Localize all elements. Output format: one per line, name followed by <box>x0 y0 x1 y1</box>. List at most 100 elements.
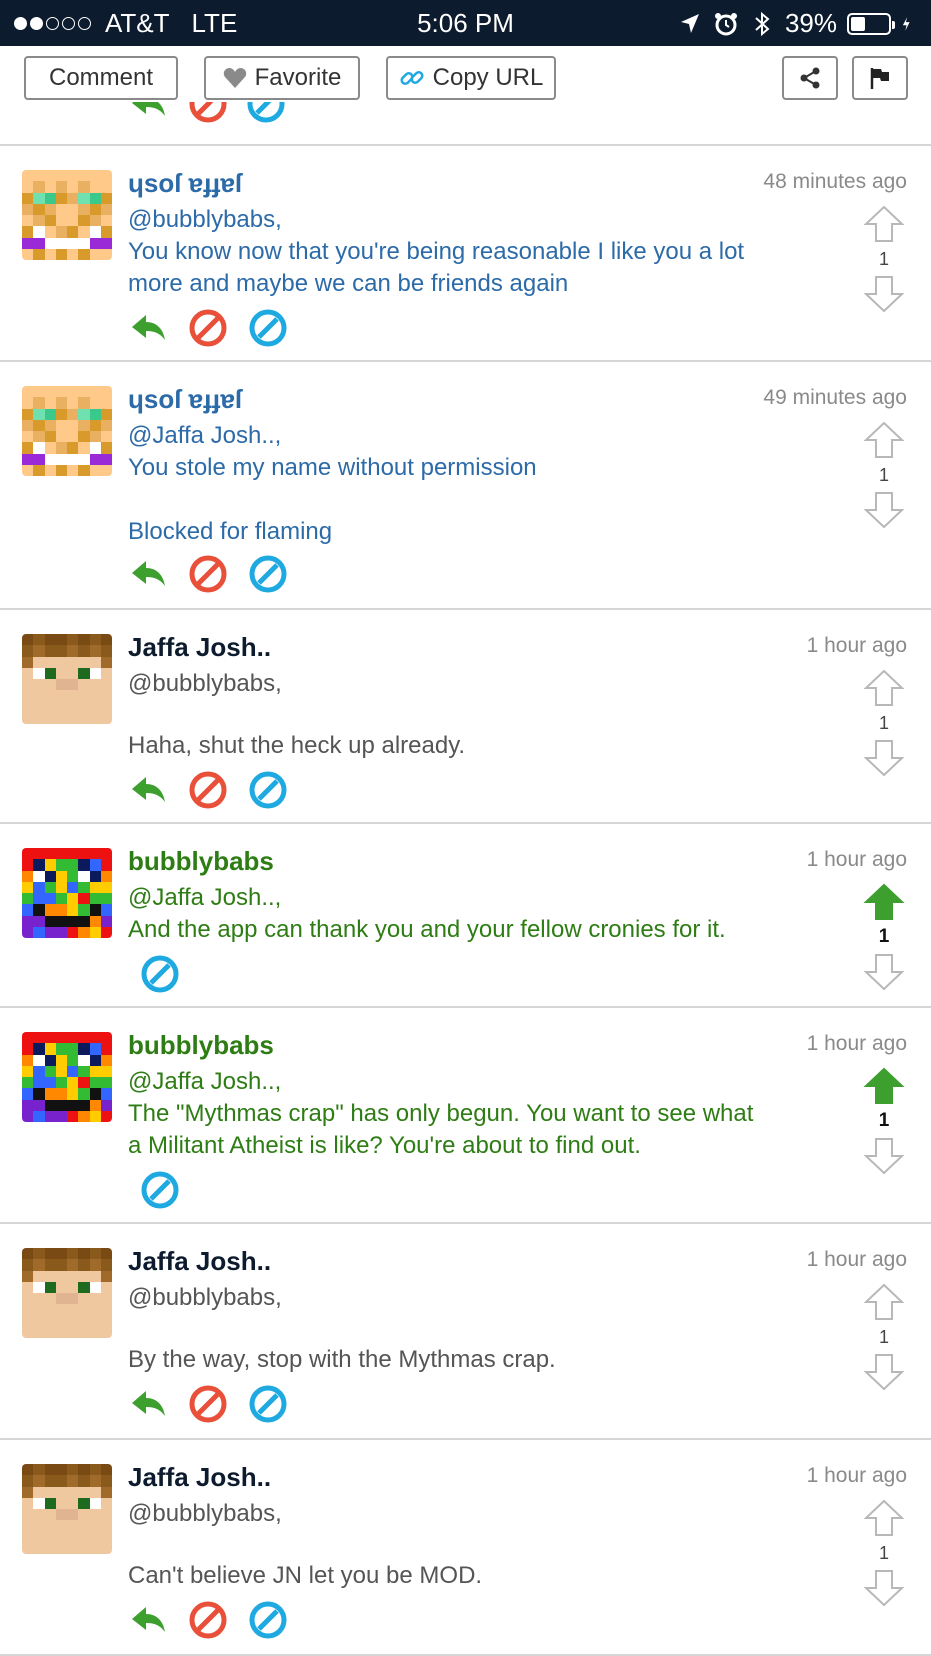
downvote-icon[interactable] <box>863 1568 905 1608</box>
comment-item: Jaffa Josh.. 1 hour ago @bubblybabs, Hah… <box>0 610 931 822</box>
ignore-icon[interactable] <box>248 1600 288 1640</box>
comment-author[interactable]: bubblybabs <box>128 1030 274 1061</box>
share-button[interactable] <box>782 56 838 100</box>
flag-button[interactable] <box>852 56 908 100</box>
upvote-icon[interactable] <box>863 668 905 708</box>
comment-timestamp: 48 minutes ago <box>763 170 907 193</box>
avatar[interactable] <box>22 170 112 260</box>
comment-mention[interactable]: @bubblybabs, <box>128 1282 808 1314</box>
comment-item: Jaffa Josh.. 1 hour ago @bubblybabs, Can… <box>0 1440 931 1654</box>
comment-text-line: And the app can thank you and your fello… <box>128 916 726 943</box>
status-bar: AT&T LTE 5:06 PM 39% <box>0 0 931 46</box>
battery-icon <box>847 12 895 35</box>
comment-mention[interactable]: @Jaffa Josh.., <box>128 882 808 914</box>
comment-mention[interactable]: @bubblybabs, <box>128 1498 808 1530</box>
block-icon[interactable] <box>188 770 228 810</box>
reply-icon[interactable] <box>128 102 168 124</box>
comment-item: ɥsoſ ɐɟɟɐſ 49 minutes ago @Jaffa Josh..,… <box>0 362 931 608</box>
ignore-icon[interactable] <box>248 770 288 810</box>
comment-timestamp: 49 minutes ago <box>763 386 907 409</box>
ignore-icon[interactable] <box>248 1384 288 1424</box>
upvote-icon[interactable] <box>863 1282 905 1322</box>
block-icon[interactable] <box>188 554 228 594</box>
reply-icon[interactable] <box>128 1600 168 1640</box>
copy-url-button[interactable]: Copy URL <box>386 56 556 100</box>
downvote-icon[interactable] <box>863 490 905 530</box>
comment-text-line: Haha, shut the heck up already. <box>128 732 466 759</box>
reply-icon[interactable] <box>128 308 168 348</box>
heart-icon <box>223 68 246 88</box>
avatar[interactable] <box>22 1464 112 1554</box>
upvote-icon[interactable] <box>863 1066 905 1106</box>
comment-author[interactable]: ɥsoſ ɐɟɟɐſ <box>128 168 242 199</box>
charging-bolt-icon <box>902 16 910 31</box>
copy-url-button-label: Copy URL <box>432 64 544 91</box>
comment-mention[interactable]: @bubblybabs, <box>128 668 808 700</box>
avatar[interactable] <box>22 386 112 476</box>
downvote-icon[interactable] <box>863 274 905 314</box>
upvote-icon[interactable] <box>863 1498 905 1538</box>
ignore-icon[interactable] <box>246 102 286 124</box>
comment-text-line: The "Mythmas crap" has only begun. You w… <box>128 1100 754 1127</box>
comment-item: bubblybabs 1 hour ago @Jaffa Josh.., And… <box>0 824 931 1006</box>
vote-count: 1 <box>878 1327 889 1347</box>
comment-text-line: a Militant Atheist is like? You're about… <box>128 1132 641 1159</box>
comment-timestamp: 1 hour ago <box>806 1032 907 1055</box>
avatar[interactable] <box>22 1248 112 1338</box>
comment-author[interactable]: Jaffa Josh.. <box>128 632 271 663</box>
reply-icon[interactable] <box>128 554 168 594</box>
upvote-icon[interactable] <box>863 882 905 922</box>
comment-item: bubblybabs 1 hour ago @Jaffa Josh.., The… <box>0 1008 931 1222</box>
avatar[interactable] <box>22 848 112 938</box>
vote-count: 1 <box>878 713 889 733</box>
avatar[interactable] <box>22 1032 112 1122</box>
previous-comment-actions <box>128 102 298 130</box>
comment-author[interactable]: Jaffa Josh.. <box>128 1462 271 1493</box>
block-icon[interactable] <box>188 308 228 348</box>
comment-text-line: By the way, stop with the Mythmas crap. <box>128 1346 556 1373</box>
comment-mention[interactable]: @Jaffa Josh.., <box>128 420 808 452</box>
comment-timestamp: 1 hour ago <box>806 1464 907 1487</box>
upvote-icon[interactable] <box>863 420 905 460</box>
comment-text-line: Can't believe JN let you be MOD. <box>128 1562 483 1589</box>
downvote-icon[interactable] <box>863 952 905 992</box>
ignore-icon[interactable] <box>140 954 180 994</box>
ignore-icon[interactable] <box>248 308 288 348</box>
comment-button[interactable]: Comment <box>24 56 178 100</box>
vote-count: 1 <box>878 926 890 947</box>
block-icon[interactable] <box>188 1600 228 1640</box>
downvote-icon[interactable] <box>863 1352 905 1392</box>
comment-moderation-note: Blocked for flaming <box>128 518 333 545</box>
comment-author[interactable]: ɥsoſ ɐɟɟɐſ <box>128 384 242 415</box>
bluetooth-icon <box>755 11 770 36</box>
vote-count: 1 <box>878 465 889 485</box>
vote-widget: 1 <box>863 1282 905 1392</box>
comment-button-label: Comment <box>48 64 154 91</box>
downvote-icon[interactable] <box>863 1136 905 1176</box>
vote-widget: 1 <box>863 882 905 992</box>
vote-count: 1 <box>878 1110 890 1131</box>
avatar[interactable] <box>22 634 112 724</box>
comment-author[interactable]: bubblybabs <box>128 846 274 877</box>
vote-widget: 1 <box>863 1498 905 1608</box>
ignore-icon[interactable] <box>248 554 288 594</box>
vote-widget: 1 <box>863 1066 905 1176</box>
ignore-icon[interactable] <box>140 1170 180 1210</box>
comment-mention[interactable]: @bubblybabs, <box>128 204 808 236</box>
reply-icon[interactable] <box>128 770 168 810</box>
block-icon[interactable] <box>188 1384 228 1424</box>
comment-author[interactable]: Jaffa Josh.. <box>128 1246 271 1277</box>
share-icon <box>800 67 820 89</box>
vote-count: 1 <box>878 249 889 269</box>
comment-timestamp: 1 hour ago <box>806 634 907 657</box>
flag-icon <box>870 68 889 89</box>
reply-icon[interactable] <box>128 1384 168 1424</box>
favorite-button[interactable]: Favorite <box>204 56 360 100</box>
vote-widget: 1 <box>863 420 905 530</box>
vote-widget: 1 <box>863 204 905 314</box>
comment-text-line: You know now that you're being reasonabl… <box>128 238 745 265</box>
downvote-icon[interactable] <box>863 738 905 778</box>
block-icon[interactable] <box>188 102 228 124</box>
comment-mention[interactable]: @Jaffa Josh.., <box>128 1066 808 1098</box>
upvote-icon[interactable] <box>863 204 905 244</box>
